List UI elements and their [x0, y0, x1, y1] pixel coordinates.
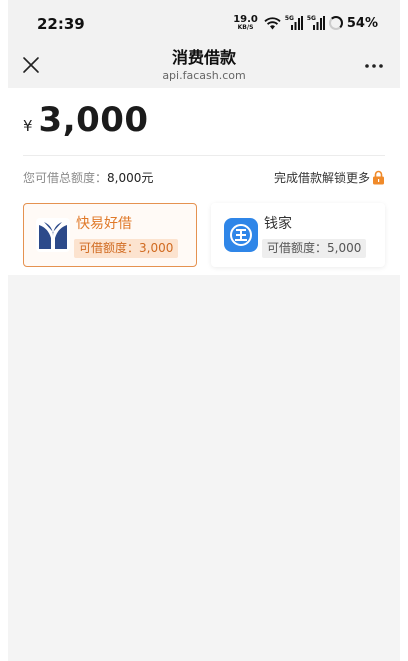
loan-panel: ¥ 3,000 您可借总额度：8,000元 完成借款解锁更多 快易好借 可借额度…: [8, 88, 400, 275]
close-icon[interactable]: [20, 54, 42, 76]
page-url: api.facash.com: [162, 69, 246, 82]
more-icon[interactable]: [362, 56, 386, 76]
loan-amount-row: ¥ 3,000: [23, 100, 149, 140]
page-title: 消费借款: [171, 48, 236, 67]
lock-icon: [373, 170, 384, 185]
status-time: 22:39: [37, 15, 85, 33]
status-bar: 22:39 19.0 KB/S 5G 5G 54%: [8, 0, 400, 44]
limit-row: 您可借总额度：8,000元 完成借款解锁更多: [23, 169, 385, 187]
signal-bars-icon-2: [312, 16, 325, 30]
lender-card-kuaiyi[interactable]: 快易好借 可借额度：3,000: [23, 203, 197, 267]
divider: [23, 155, 385, 156]
qianjia-logo-icon: [224, 218, 258, 252]
lender-limit-badge: 可借额度：3,000: [74, 239, 179, 258]
battery-icon: [328, 16, 343, 30]
wifi-icon: [264, 16, 281, 29]
battery-level: 54%: [346, 15, 378, 31]
lender-list: 快易好借 可借额度：3,000 钱家 可借额度：5,000: [23, 203, 385, 267]
navigation-bar: 消费借款 api.facash.com: [8, 44, 400, 88]
unlock-more-text: 完成借款解锁更多: [273, 171, 370, 185]
cell-signal-icon: 5G: [285, 15, 303, 30]
signal-bars-icon: [290, 16, 303, 30]
lender-card-qianjia[interactable]: 钱家 可借额度：5,000: [211, 203, 385, 267]
nav-titles: 消费借款 api.facash.com: [104, 47, 304, 83]
currency-symbol: ¥: [23, 117, 33, 135]
total-limit-value: 8,000元: [107, 171, 154, 185]
cell-signal-icon-2: 5G: [307, 15, 325, 30]
total-limit: 您可借总额度：8,000元: [23, 169, 153, 186]
lender-name: 快易好借: [76, 216, 132, 232]
unlock-more-link[interactable]: 完成借款解锁更多: [274, 169, 385, 186]
network-speed-unit: KB/S: [237, 24, 254, 31]
loan-amount[interactable]: 3,000: [39, 100, 149, 140]
network-speed: 19.0 KB/S: [233, 15, 258, 31]
status-indicators: 19.0 KB/S 5G 5G 54%: [233, 12, 378, 34]
kuaiyi-logo-icon: [36, 218, 70, 252]
lender-name: 钱家: [264, 216, 292, 232]
phone-screen: 22:39 19.0 KB/S 5G 5G 54% 消费借款 api.facas…: [8, 0, 400, 661]
total-limit-label: 您可借总额度：: [23, 171, 108, 185]
lender-limit-badge: 可借额度：5,000: [262, 239, 367, 258]
